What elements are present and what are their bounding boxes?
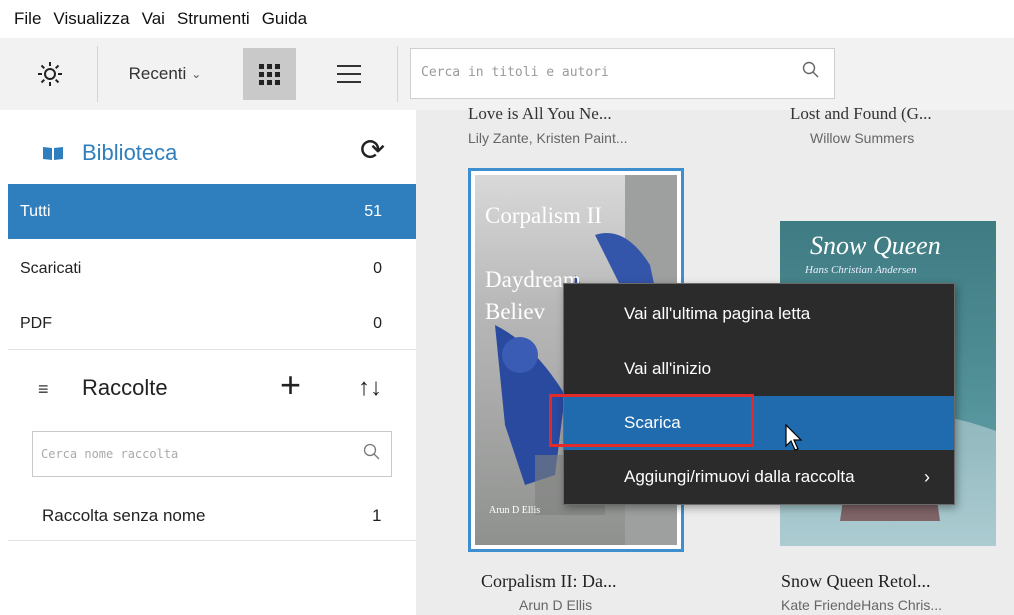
brightness-button[interactable]	[20, 38, 80, 110]
category-all[interactable]: Tutti 51	[8, 184, 416, 239]
grid-view-button[interactable]	[243, 48, 296, 100]
divider	[8, 349, 416, 350]
menu-view[interactable]: Visualizza	[53, 9, 129, 29]
toolbar-divider	[97, 46, 98, 102]
collection-count: 1	[372, 506, 382, 525]
divider	[8, 540, 416, 541]
search-icon	[802, 61, 819, 78]
sun-icon	[38, 62, 62, 86]
category-downloaded[interactable]: Scaricati 0	[8, 241, 416, 296]
book-icon	[43, 147, 63, 160]
collections-header: ≡ Raccolte + ↑↓	[0, 364, 416, 414]
menu-item-last-page[interactable]: Vai all'ultima pagina letta	[564, 287, 954, 341]
book-author: Lily Zante, Kristen Paint...	[468, 130, 628, 146]
book-author: Willow Summers	[810, 130, 915, 146]
book-title[interactable]: Corpalism II: Da...	[481, 571, 616, 592]
search-input[interactable]: Cerca in titoli e autori	[410, 48, 835, 99]
mouse-cursor-icon	[785, 424, 803, 451]
collection-search-placeholder: Cerca nome raccolta	[41, 447, 179, 461]
sidebar: Biblioteca ⟳ Tutti 51 Scaricati 0 PDF 0 …	[0, 110, 416, 615]
category-count: 0	[373, 259, 382, 277]
collection-item[interactable]: Raccolta senza nome	[42, 506, 205, 526]
grid-icon	[259, 63, 280, 85]
category-count: 51	[364, 202, 382, 220]
cover-title: Corpalism II	[485, 203, 602, 228]
list-icon	[336, 59, 361, 89]
sort-arrows-icon[interactable]: ↑↓	[358, 374, 382, 402]
toolbar: Recenti ⌄ Cerca in titoli e autori	[0, 38, 1014, 110]
category-pdf[interactable]: PDF 0	[8, 296, 416, 351]
library-title[interactable]: Biblioteca	[82, 140, 177, 166]
book-title[interactable]: Love is All You Ne...	[468, 104, 612, 124]
search-placeholder: Cerca in titoli e autori	[421, 65, 609, 80]
book-title[interactable]: Lost and Found (G...	[790, 104, 932, 124]
category-label: Scaricati	[20, 259, 82, 277]
cover-title: Believ	[485, 299, 546, 324]
menu-item-label: Aggiungi/rimuovi dalla raccolta	[624, 467, 855, 486]
cover-title: Snow Queen	[810, 231, 941, 260]
search-icon	[363, 443, 380, 460]
collection-search-input[interactable]: Cerca nome raccolta	[32, 431, 392, 477]
menu-item-add-remove-collection[interactable]: Aggiungi/rimuovi dalla raccolta ›	[564, 450, 954, 504]
chevron-down-icon: ⌄	[191, 67, 202, 81]
chevron-right-icon: ›	[924, 466, 930, 487]
book-author: Kate FriendeHans Chris...	[781, 597, 943, 613]
category-count: 0	[373, 314, 382, 332]
category-label: Tutti	[20, 202, 51, 220]
toolbar-divider	[397, 46, 398, 102]
menu-item-go-to-start[interactable]: Vai all'inizio	[564, 342, 954, 396]
menu-bar: File Visualizza Vai Strumenti Guida	[0, 0, 1014, 38]
menu-file[interactable]: File	[14, 9, 41, 29]
highlight-box	[549, 394, 754, 447]
list-bullets-icon: ≡	[38, 379, 49, 399]
book-author: Arun D Ellis	[519, 597, 593, 613]
sort-label: Recenti	[128, 64, 187, 83]
cover-author: Hans Christian Andersen	[805, 264, 917, 276]
library-header: Biblioteca ⟳	[0, 128, 416, 180]
menu-tools[interactable]: Strumenti	[177, 9, 250, 29]
cover-author: Arun D Ellis	[489, 505, 541, 516]
menu-help[interactable]: Guida	[262, 9, 307, 29]
category-label: PDF	[20, 314, 52, 332]
sync-icon[interactable]: ⟳	[360, 136, 385, 166]
add-collection-button[interactable]: +	[280, 367, 301, 403]
book-title[interactable]: Snow Queen Retol...	[781, 571, 930, 592]
sort-dropdown[interactable]: Recenti ⌄	[100, 38, 230, 110]
menu-go[interactable]: Vai	[142, 9, 165, 29]
menu-item-label: Vai all'ultima pagina letta	[624, 304, 811, 323]
menu-item-label: Vai all'inizio	[624, 359, 712, 378]
collections-title: Raccolte	[82, 375, 168, 400]
list-view-button[interactable]	[326, 38, 371, 110]
